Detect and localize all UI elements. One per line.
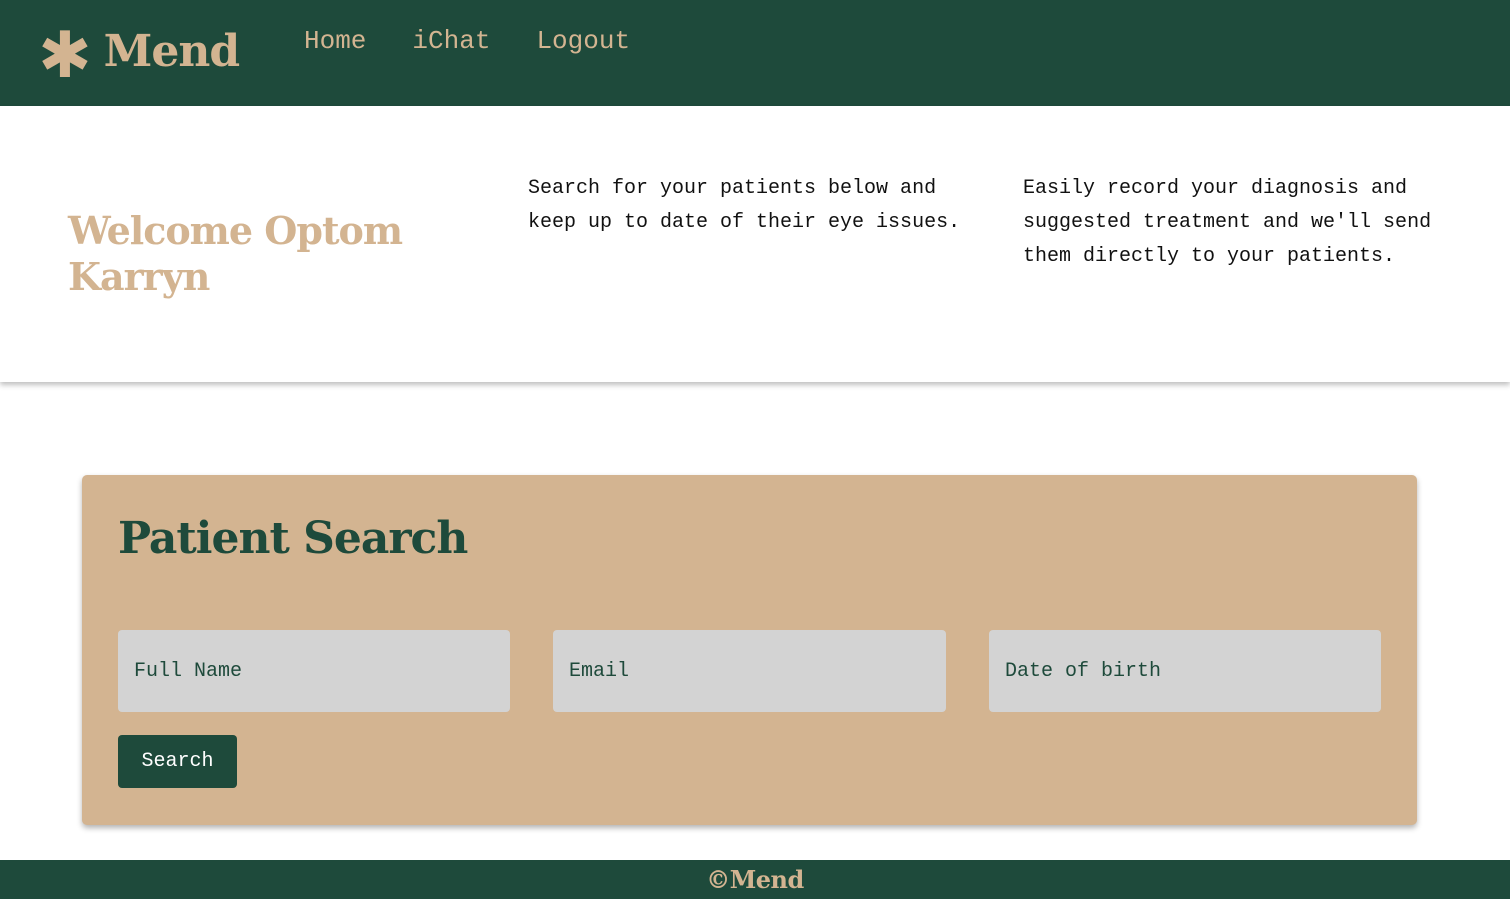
date-of-birth-input[interactable] (989, 630, 1381, 712)
search-info-text: Search for your patients below and keep … (528, 177, 961, 234)
email-input[interactable] (553, 630, 946, 712)
diagnosis-info-text: Easily record your diagnosis and suggest… (1023, 177, 1432, 268)
search-button[interactable]: Search (118, 735, 237, 788)
footer: ©Mend (0, 860, 1510, 899)
footer-copyright: ©Mend (706, 865, 804, 894)
full-name-input[interactable] (118, 630, 510, 712)
brand-name: Mend (103, 26, 240, 77)
nav-link-logout[interactable]: Logout (536, 26, 630, 56)
asterisk-icon: ✱ (38, 19, 92, 93)
patient-search-title: Patient Search (118, 513, 468, 564)
brand-logo[interactable]: ✱ Mend (38, 24, 240, 88)
welcome-title: Welcome Optom Karryn (68, 208, 403, 299)
navbar: ✱ Mend Home iChat Logout (0, 0, 1510, 106)
welcome-section: Welcome Optom Karryn Search for your pat… (0, 106, 1510, 382)
nav-link-ichat[interactable]: iChat (412, 26, 490, 56)
nav-link-home[interactable]: Home (304, 26, 366, 56)
nav-links: Home iChat Logout (304, 26, 676, 56)
patient-search-card: Patient Search Search (82, 475, 1417, 825)
